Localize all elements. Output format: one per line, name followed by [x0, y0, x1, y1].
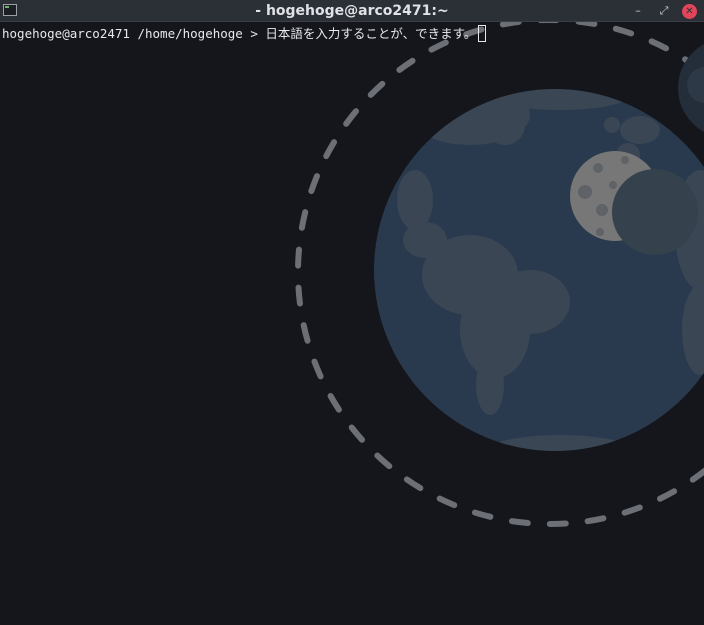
terminal-window: - hogehoge@arco2471:~ – ⤢ ✕ hogehoge@arc… [0, 0, 704, 625]
maximize-button[interactable]: ⤢ [656, 3, 672, 19]
window-title: - hogehoge@arco2471:~ [255, 3, 449, 19]
terminal-input-line[interactable]: hogehoge@arco2471 /home/hogehoge > 日本語を入… [2, 25, 487, 43]
maximize-icon: ⤢ [659, 4, 669, 17]
command-input[interactable]: 日本語を入力することが、できます。 [265, 26, 476, 41]
prompt-cwd: /home/hogehoge [137, 26, 243, 41]
text-cursor [478, 25, 487, 42]
wallpaper-earth-moon [295, 22, 704, 527]
close-button[interactable]: ✕ [682, 4, 697, 19]
title-bar[interactable]: - hogehoge@arco2471:~ – ⤢ ✕ [0, 0, 704, 22]
minimize-button[interactable]: – [630, 3, 646, 19]
prompt-symbol: > [250, 26, 258, 41]
close-icon: ✕ [685, 6, 694, 17]
prompt-user-host: hogehoge@arco2471 [2, 26, 130, 41]
minimize-icon: – [635, 4, 641, 17]
